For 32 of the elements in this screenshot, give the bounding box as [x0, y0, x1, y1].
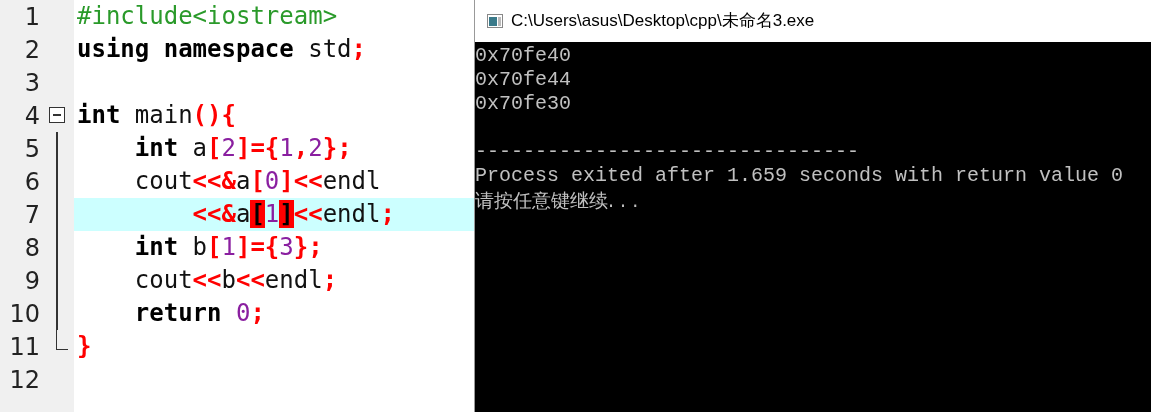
console-line: 请按任意键继续. . . [475, 188, 640, 212]
line-number: 11 [8, 331, 40, 363]
code-line: return 0; [133, 298, 265, 329]
console-line: 0x70fe44 [475, 68, 572, 92]
code-line: cout<<&a[0]<<endl [133, 166, 381, 197]
console-line: 0x70fe30 [475, 92, 572, 116]
line-number: 5 [23, 133, 40, 165]
window-title: C:\Users\asus\Desktop\cpp\未命名3.exe [511, 10, 815, 33]
line-number: 12 [8, 364, 40, 396]
line-number: 9 [23, 265, 40, 297]
line-number: 7 [23, 199, 40, 231]
line-number: 2 [23, 34, 40, 66]
code-line: int a[2]={1,2}; [133, 133, 352, 164]
console-line: -------------------------------- [475, 140, 861, 164]
line-number: 8 [23, 232, 40, 264]
code-line: <<&a[1]<<endl; [191, 199, 395, 230]
console-line: Process exited after 1.659 seconds with return value 0 [475, 164, 1125, 188]
line-number: 10 [8, 298, 40, 330]
code-line: } [77, 331, 92, 362]
line-number: 6 [23, 166, 40, 198]
line-number: 4 [23, 100, 40, 132]
line-number: 1 [23, 1, 40, 33]
code-line: #include<iostream> [77, 1, 338, 32]
code-line: using namespace std; [77, 34, 366, 65]
code-line: int main(){ [77, 100, 236, 131]
code-line: int b[1]={3}; [133, 232, 323, 263]
console-line: 0x70fe40 [475, 44, 572, 68]
line-number: 3 [23, 67, 40, 99]
fold-collapse-icon[interactable] [49, 107, 65, 123]
code-line: cout<<b<<endl; [133, 265, 338, 296]
console-app-icon [487, 14, 503, 28]
fold-end-line [56, 330, 68, 350]
